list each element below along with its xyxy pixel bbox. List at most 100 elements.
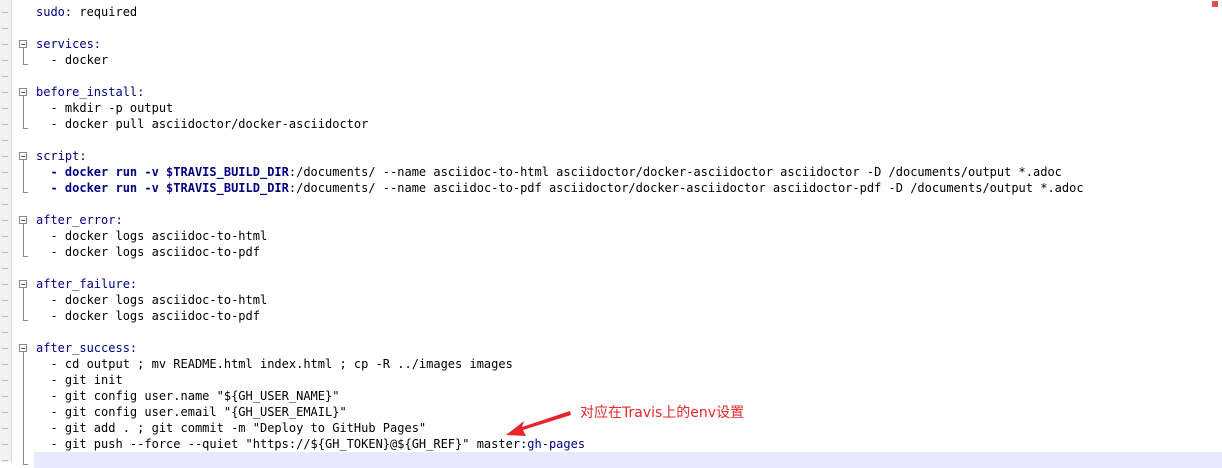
code-line[interactable]: - docker run -v $TRAVIS_BUILD_DIR:/docum… — [36, 180, 1222, 196]
yaml-key: after_error — [36, 213, 116, 227]
fold-toggle-icon[interactable] — [19, 216, 27, 224]
ruler-tick — [2, 172, 8, 173]
fold-toggle-icon[interactable] — [19, 152, 27, 160]
fold-guide — [23, 96, 24, 128]
code-line[interactable]: after_error: — [36, 212, 1222, 228]
annotation-label: 对应在Travis上的env设置 — [580, 405, 745, 421]
code-line[interactable]: - mkdir -p output — [36, 100, 1222, 116]
yaml-value: required — [79, 5, 138, 19]
list-item-text: git add . ; git commit -m "Deploy to Git… — [64, 421, 427, 435]
list-item-text: docker — [64, 53, 109, 67]
fold-guide-end — [23, 256, 28, 257]
ruler-tick — [2, 428, 8, 429]
fold-toggle-icon[interactable] — [19, 280, 27, 288]
yaml-separator: : — [115, 213, 123, 227]
code-line[interactable]: - docker logs asciidoc-to-html — [36, 228, 1222, 244]
ruler-tick — [2, 380, 8, 381]
fold-toggle-icon[interactable] — [19, 88, 27, 96]
code-line[interactable]: - git init — [36, 372, 1222, 388]
ruler-tick — [2, 300, 8, 301]
list-dash: - — [36, 421, 65, 435]
yaml-separator: : — [64, 5, 80, 19]
ruler-tick — [2, 364, 8, 365]
list-dash: - — [36, 373, 65, 387]
code-line[interactable]: - docker — [36, 52, 1222, 68]
ruler-tick — [2, 444, 8, 445]
yaml-separator: : — [79, 149, 87, 163]
code-line[interactable] — [36, 68, 1222, 84]
list-dash: - — [36, 101, 65, 115]
code-line[interactable]: - docker logs asciidoc-to-pdf — [36, 308, 1222, 324]
ruler-tick — [2, 92, 8, 93]
list-item-text: docker logs asciidoc-to-pdf — [64, 309, 260, 323]
list-dash: - — [36, 357, 65, 371]
code-line[interactable]: - git push --force --quiet "https://${GH… — [36, 436, 1222, 452]
code-line[interactable]: - git add . ; git commit -m "Deploy to G… — [36, 420, 1222, 436]
ruler-tick — [2, 44, 8, 45]
list-item-text: docker pull asciidoctor/docker-asciidoct… — [64, 117, 369, 131]
list-dash: - — [36, 117, 65, 131]
code-line[interactable]: - docker logs asciidoc-to-pdf — [36, 244, 1222, 260]
yaml-separator: : — [93, 37, 102, 51]
code-line[interactable]: - docker logs asciidoc-to-html — [36, 292, 1222, 308]
ruler-tick — [2, 460, 8, 461]
list-item-text: git init — [64, 373, 123, 387]
ruler-tick — [2, 188, 8, 189]
list-dash: - — [36, 229, 65, 243]
code-line[interactable]: services: — [36, 36, 1222, 52]
list-item-text: mkdir -p output — [64, 101, 174, 115]
list-item-text: git config user.name "${GH_USER_NAME}" — [64, 389, 340, 403]
code-line[interactable] — [36, 20, 1222, 36]
ruler-tick — [2, 204, 8, 205]
yaml-key: after_success — [36, 341, 130, 355]
ruler-tick — [2, 60, 8, 61]
code-editor[interactable]: sudo: required services: - docker before_i… — [34, 4, 1222, 468]
list-item-command: docker run -v $TRAVIS_BUILD_DIR — [64, 181, 289, 195]
code-line[interactable]: after_failure: — [36, 276, 1222, 292]
yaml-separator: : — [129, 341, 138, 355]
ruler-tick — [2, 28, 8, 29]
fold-toggle-icon[interactable] — [19, 344, 27, 352]
annotation-arrow-icon — [506, 411, 571, 436]
code-line[interactable] — [34, 452, 1222, 468]
list-dash: - — [36, 437, 65, 451]
list-dash: - — [36, 293, 65, 307]
ruler-tick — [2, 108, 8, 109]
code-line[interactable] — [36, 132, 1222, 148]
ruler-tick — [2, 396, 8, 397]
ruler-tick — [2, 332, 8, 333]
fold-toggle-icon[interactable] — [19, 40, 27, 48]
ruler-tick — [2, 252, 8, 253]
list-item-text: :/documents/ --name asciidoc-to-pdf asci… — [288, 181, 1084, 195]
yaml-key: sudo — [36, 5, 65, 19]
ruler-tick — [2, 12, 8, 13]
list-item-text: cd output ; mv README.html index.html ; … — [64, 357, 513, 371]
code-line[interactable]: script: — [36, 148, 1222, 164]
list-item-text: :/documents/ --name asciidoc-to-html asc… — [288, 165, 1062, 179]
list-dash: - — [36, 245, 65, 259]
code-line[interactable] — [36, 324, 1222, 340]
fold-margin[interactable] — [12, 0, 34, 465]
ruler-tick — [2, 156, 8, 157]
ruler-tick — [2, 412, 8, 413]
code-line[interactable]: - cd output ; mv README.html index.html … — [36, 356, 1222, 372]
code-line[interactable]: - docker run -v $TRAVIS_BUILD_DIR:/docum… — [36, 164, 1222, 180]
list-dash: - — [36, 389, 65, 403]
yaml-key: after_failure — [36, 277, 130, 291]
list-dash: - — [36, 165, 65, 179]
yaml-separator: : — [137, 85, 145, 99]
fold-guide-end — [23, 64, 28, 65]
code-line[interactable]: sudo: required — [36, 4, 1222, 20]
code-line[interactable]: after_success: — [36, 340, 1222, 356]
fold-guide — [23, 224, 24, 256]
list-dash: - — [36, 53, 65, 67]
code-line[interactable] — [36, 260, 1222, 276]
ruler-tick — [2, 348, 8, 349]
list-item-text: git config user.email "{GH_USER_EMAIL}" — [64, 405, 347, 419]
code-line[interactable]: - docker pull asciidoctor/docker-asciido… — [36, 116, 1222, 132]
list-dash: - — [36, 309, 65, 323]
ruler-tick — [2, 236, 8, 237]
yaml-separator: : — [129, 277, 138, 291]
code-line[interactable]: before_install: — [36, 84, 1222, 100]
code-line[interactable] — [36, 196, 1222, 212]
